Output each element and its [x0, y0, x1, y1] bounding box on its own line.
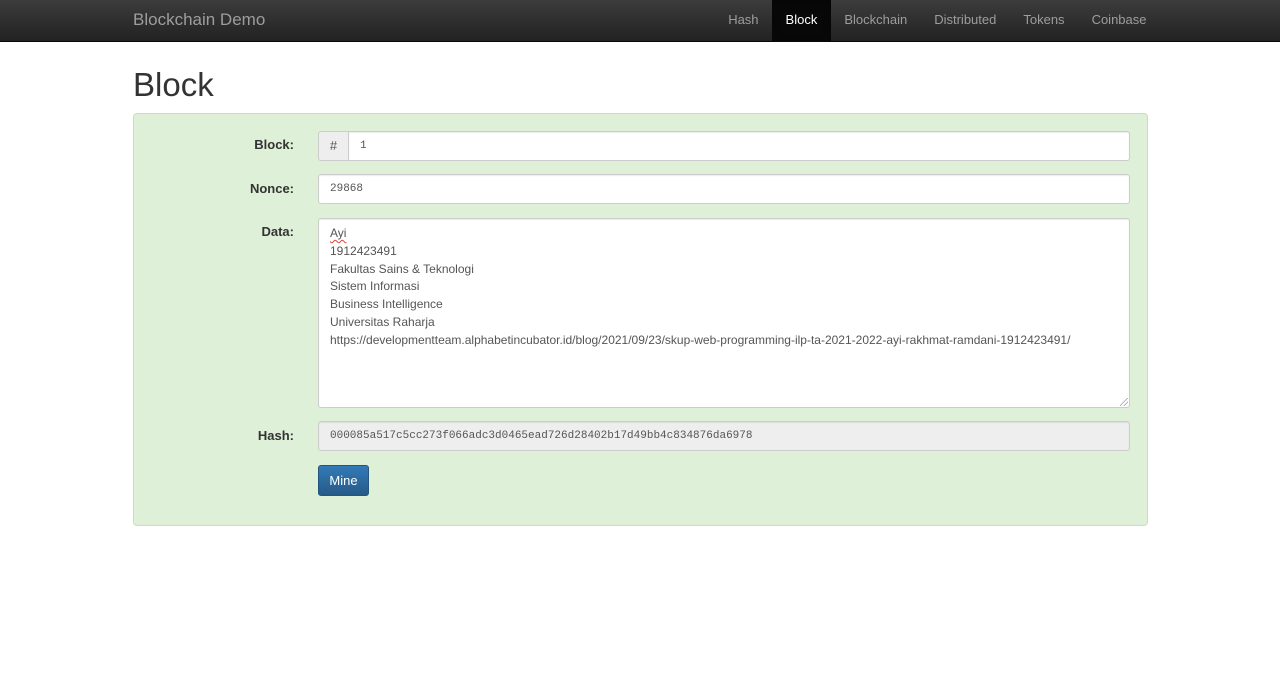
data-line: https://developmentteam.alphabetincubato…	[330, 332, 1071, 347]
nav-item-hash[interactable]: Hash	[715, 0, 772, 41]
data-line: Business Intelligence	[330, 297, 443, 312]
hash-output: 000085a517c5cc273f066adc3d0465ead726d284…	[318, 421, 1130, 451]
navbar: Blockchain Demo Hash Block Blockchain Di…	[0, 0, 1280, 42]
nav-item-tokens[interactable]: Tokens	[1010, 0, 1078, 41]
nav-item-blockchain[interactable]: Blockchain	[831, 0, 921, 41]
nav-item-coinbase[interactable]: Coinbase	[1078, 0, 1160, 41]
block-number-group: # 1	[318, 131, 1130, 161]
data-line: Ayi	[330, 225, 1118, 243]
block-number-input[interactable]: 1	[348, 131, 1130, 161]
resize-grip-icon[interactable]	[1120, 398, 1128, 406]
block-label: Block:	[254, 137, 294, 152]
data-line: Universitas Raharja	[330, 314, 435, 329]
hash-label: Hash:	[257, 428, 294, 443]
data-line: Fakultas Sains & Teknologi	[330, 261, 474, 276]
nonce-input[interactable]: 29868	[318, 174, 1130, 204]
nav-item-distributed[interactable]: Distributed	[921, 0, 1010, 41]
mine-button[interactable]: Mine	[318, 465, 369, 496]
hash-sign-addon: #	[318, 131, 348, 161]
page-title: Block	[133, 66, 214, 103]
nav-menu: Hash Block Blockchain Distributed Tokens…	[715, 0, 1160, 41]
data-textarea[interactable]: Ayi 1912423491 Fakultas Sains & Teknolog…	[318, 218, 1130, 408]
data-label: Data:	[261, 224, 294, 239]
nav-item-block[interactable]: Block	[772, 0, 831, 41]
data-line-name: Ayi	[330, 226, 347, 240]
block-form: Block: # 1 Nonce: 29868 Data: Ayi 191242…	[133, 113, 1148, 526]
data-line: 1912423491	[330, 243, 397, 258]
nonce-label: Nonce:	[249, 181, 294, 196]
data-line: Sistem Informasi	[330, 279, 420, 294]
brand-link[interactable]: Blockchain Demo	[133, 0, 265, 41]
